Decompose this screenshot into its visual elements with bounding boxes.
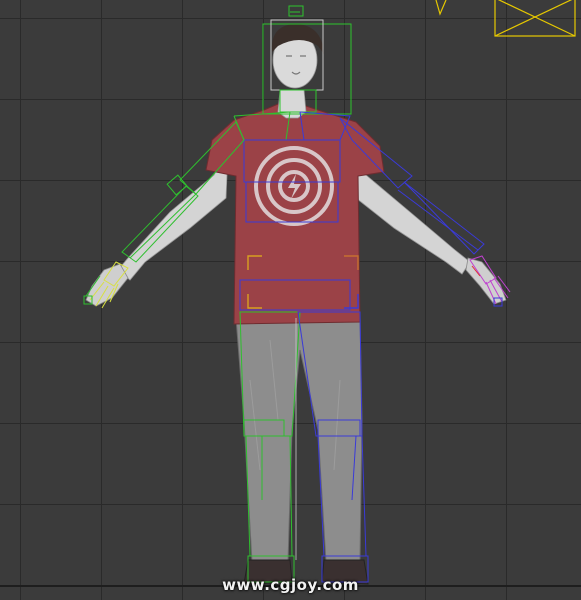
watermark-text: www.cgjoy.com <box>222 576 359 594</box>
3d-viewport[interactable]: www.cgjoy.com <box>0 0 581 600</box>
pants <box>235 317 363 563</box>
scene-canvas[interactable] <box>0 0 581 600</box>
shirt <box>205 103 385 325</box>
camera-gizmo[interactable] <box>435 0 576 37</box>
right-hand <box>465 257 507 305</box>
